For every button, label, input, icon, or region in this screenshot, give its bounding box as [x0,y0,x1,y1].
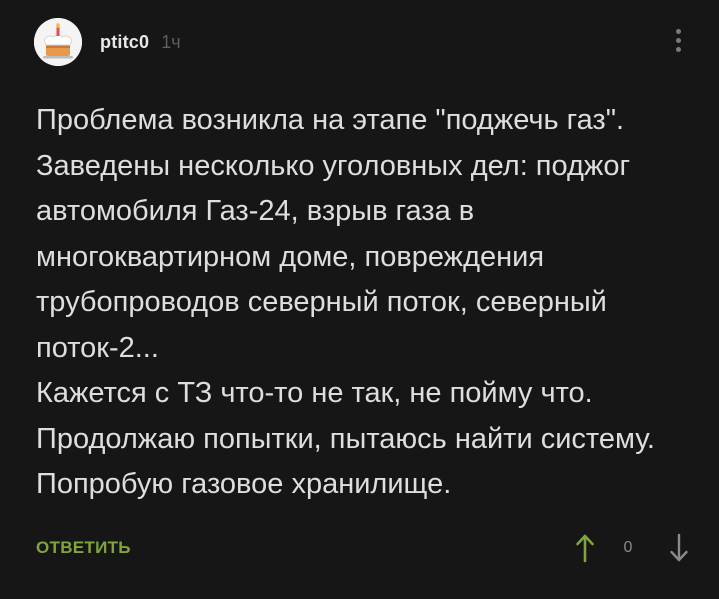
arrow-down-icon [670,533,688,562]
cake-avatar-icon [34,18,82,66]
downvote-button[interactable] [666,528,692,568]
more-options-button[interactable] [668,22,688,58]
more-vertical-icon-dot [675,37,681,43]
upvote-button[interactable] [572,528,598,568]
username[interactable]: ptitc0 [100,32,149,53]
arrow-up-icon [576,534,594,563]
more-vertical-icon [675,28,681,34]
comment-body: Проблема возникла на этапе "поджечь газ"… [36,98,686,508]
comment: ptitc0 1ч Проблема возникла на этапе "по… [0,0,719,599]
comment-header: ptitc0 1ч [34,18,181,66]
more-vertical-icon-dot [675,46,681,52]
comment-paragraph: Кажется с ТЗ что-то не так, не пойму что… [36,377,655,500]
rating-count: 0 [623,539,633,556]
timestamp: 1ч [161,31,181,52]
avatar[interactable] [34,18,82,66]
reply-button[interactable]: ОТВЕТИТЬ [36,538,131,558]
comment-paragraph: Проблема возникла на этапе "поджечь газ"… [36,104,631,364]
